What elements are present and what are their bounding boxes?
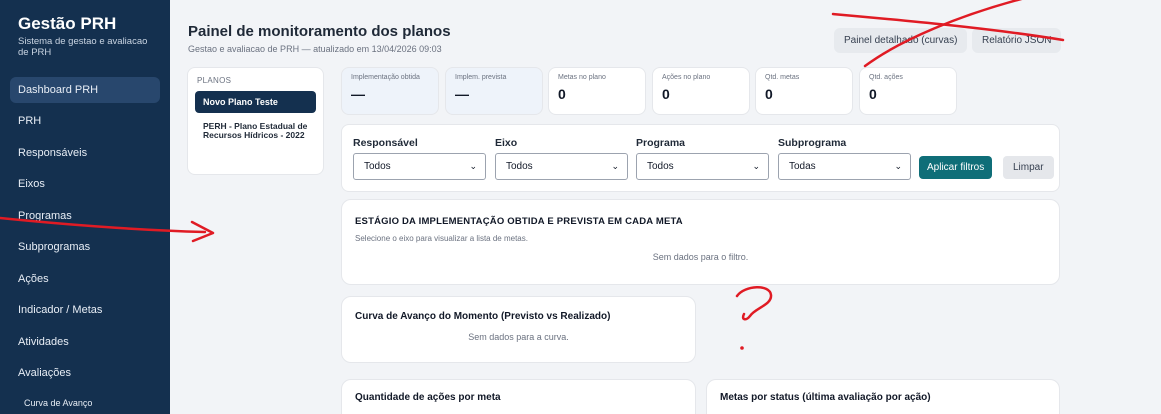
sidebar-item-subprogramas[interactable]: Subprogramas	[10, 234, 160, 260]
goals-by-status-card: Metas por status (última avaliação por a…	[706, 379, 1060, 414]
plans-label: PLANOS	[197, 76, 232, 85]
sidebar-item-indicador-metas[interactable]: Indicador / Metas	[10, 297, 160, 323]
filter-value: Todas	[789, 161, 816, 172]
stage-implementation-card: ESTÁGIO DA IMPLEMENTAÇÃO OBTIDA E PREVIS…	[341, 199, 1060, 285]
plan-item[interactable]: PERH - Plano Estadual de Recursos Hídric…	[195, 121, 316, 141]
card-title: ESTÁGIO DA IMPLEMENTAÇÃO OBTIDA E PREVIS…	[355, 216, 683, 227]
sidebar-item-avaliacoes[interactable]: Avaliações	[10, 360, 160, 386]
kpi-value: 0	[765, 86, 773, 102]
kpi-value: —	[351, 86, 365, 102]
sidebar-subitem-curva-avanco[interactable]: Curva de Avanço	[10, 392, 160, 414]
kpi-card-implementacao-obtida: Implementação obtida —	[341, 67, 439, 115]
filters-panel: Responsável Todos ⌄ Eixo Todos ⌄ Program…	[341, 124, 1060, 192]
page-subtitle: Gestao e avaliacao de PRH — atualizado e…	[188, 44, 442, 54]
chevron-down-icon: ⌄	[469, 161, 477, 171]
kpi-label: Metas no plano	[558, 74, 606, 81]
kpi-label: Ações no plano	[662, 74, 711, 81]
kpi-label: Implem. prevista	[455, 74, 507, 81]
sidebar-nav: Dashboard PRH PRH Responsáveis Eixos Pro…	[10, 76, 160, 414]
kpi-value: 0	[662, 86, 670, 102]
sidebar-item-responsaveis[interactable]: Responsáveis	[10, 140, 160, 166]
sidebar-item-acoes[interactable]: Ações	[10, 266, 160, 292]
sidebar-item-programas[interactable]: Programas	[10, 203, 160, 229]
kpi-card-qtd-acoes: Qtd. ações 0	[859, 67, 957, 115]
sidebar-item-eixos[interactable]: Eixos	[10, 171, 160, 197]
filter-select-subprograma[interactable]: Todas ⌄	[778, 153, 911, 180]
filter-label-responsavel: Responsável	[353, 137, 418, 149]
kpi-label: Qtd. metas	[765, 74, 800, 81]
detailed-panel-button[interactable]: Painel detalhado (curvas)	[834, 28, 968, 53]
card-title: Quantidade de ações por meta	[355, 392, 501, 403]
json-report-button[interactable]: Relatório JSON	[972, 28, 1062, 53]
actions-per-goal-card: Quantidade de ações por meta	[341, 379, 696, 414]
main-content: Painel de monitoramento dos planos Gesta…	[170, 0, 1161, 414]
filter-select-responsavel[interactable]: Todos ⌄	[353, 153, 486, 180]
filter-label-subprograma: Subprograma	[778, 137, 847, 149]
chevron-down-icon: ⌄	[894, 161, 902, 171]
empty-state-text: Sem dados para o filtro.	[652, 252, 749, 262]
progress-curve-card: Curva de Avanço do Momento (Previsto vs …	[341, 296, 696, 363]
apply-filters-button[interactable]: Aplicar filtros	[919, 156, 993, 179]
brand-title: Gestão PRH	[18, 14, 117, 33]
card-title: Curva de Avanço do Momento (Previsto vs …	[355, 311, 611, 322]
chevron-down-icon: ⌄	[752, 161, 760, 171]
sidebar: Gestão PRH Sistema de gestao e avaliacao…	[0, 0, 170, 414]
plan-item-active[interactable]: Novo Plano Teste	[195, 91, 316, 113]
clear-filters-button[interactable]: Limpar	[1003, 156, 1054, 179]
sidebar-item-atividades[interactable]: Atividades	[10, 329, 160, 355]
empty-state-text: Sem dados para a curva.	[468, 332, 569, 342]
card-subtitle: Selecione o eixo para visualizar a lista…	[355, 234, 528, 243]
kpi-value: 0	[869, 86, 877, 102]
kpi-card-acoes-no-plano: Ações no plano 0	[652, 67, 750, 115]
chevron-down-icon: ⌄	[611, 161, 619, 171]
kpi-card-metas-no-plano: Metas no plano 0	[548, 67, 646, 115]
kpi-card-implem-prevista: Implem. prevista —	[445, 67, 543, 115]
filter-value: Todos	[506, 161, 533, 172]
kpi-label: Qtd. ações	[869, 74, 903, 81]
kpi-value: 0	[558, 86, 566, 102]
sidebar-item-prh[interactable]: PRH	[10, 108, 160, 134]
filter-select-programa[interactable]: Todos ⌄	[636, 153, 769, 180]
filter-value: Todos	[647, 161, 674, 172]
kpi-value: —	[455, 86, 469, 102]
plans-panel: PLANOS Novo Plano Teste PERH - Plano Est…	[187, 67, 324, 175]
filter-value: Todos	[364, 161, 391, 172]
card-title: Metas por status (última avaliação por a…	[720, 392, 931, 403]
sidebar-item-dashboard[interactable]: Dashboard PRH	[10, 76, 160, 103]
brand-subtitle: Sistema de gestao e avaliacao de PRH	[18, 36, 148, 58]
kpi-card-qtd-metas: Qtd. metas 0	[755, 67, 853, 115]
kpi-label: Implementação obtida	[351, 74, 420, 81]
page-title: Painel de monitoramento dos planos	[188, 23, 451, 40]
filter-select-eixo[interactable]: Todos ⌄	[495, 153, 628, 180]
filter-label-eixo: Eixo	[495, 137, 518, 149]
filter-label-programa: Programa	[636, 137, 686, 149]
